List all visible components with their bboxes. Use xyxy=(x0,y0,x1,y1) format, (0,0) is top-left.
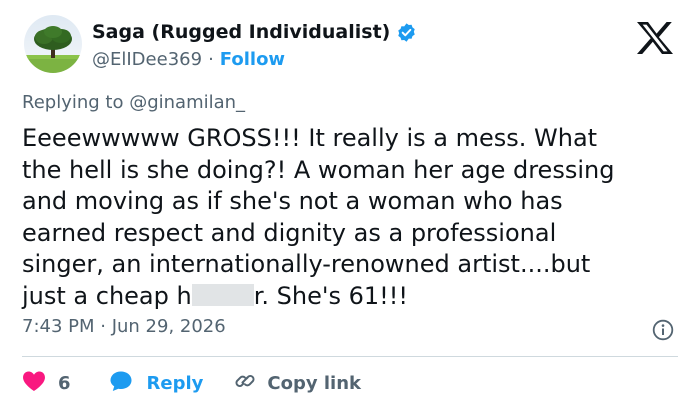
reply-button[interactable]: Reply xyxy=(109,370,204,397)
copy-link-label: Copy link xyxy=(267,372,361,394)
handle[interactable]: @ElIDee369 xyxy=(92,49,202,70)
action-bar: 6 Reply Copy link xyxy=(22,368,361,398)
tweet-text-after-redaction: r. She's 61!!! xyxy=(253,281,408,310)
like-button[interactable]: 6 xyxy=(22,370,71,397)
reply-bubble-icon xyxy=(109,370,133,397)
tweet-text: Eeeewwwww GROSS!!! It really is a mess. … xyxy=(22,123,682,312)
like-count: 6 xyxy=(58,372,71,394)
info-icon[interactable] xyxy=(652,319,674,341)
display-name[interactable]: Saga (Rugged Individualist) xyxy=(92,21,390,43)
follow-button[interactable]: Follow xyxy=(220,49,285,70)
copy-link-button[interactable]: Copy link xyxy=(233,370,361,397)
link-icon xyxy=(233,370,257,397)
name-row: Saga (Rugged Individualist) xyxy=(92,18,417,46)
verified-badge-icon xyxy=(396,22,417,43)
heart-icon xyxy=(22,370,46,397)
reply-label: Reply xyxy=(146,372,204,394)
avatar-tree-image xyxy=(24,15,82,73)
timestamp[interactable]: 7:43 PM · Jun 29, 2026 xyxy=(22,316,226,337)
author-header: Saga (Rugged Individualist) @ElIDee369 ·… xyxy=(92,18,417,72)
avatar[interactable] xyxy=(24,15,82,73)
replying-to[interactable]: Replying to @ginamilan_ xyxy=(22,92,245,113)
handle-row: @ElIDee369 · Follow xyxy=(92,46,417,72)
redaction-block xyxy=(191,283,254,306)
x-logo-icon[interactable] xyxy=(636,21,674,55)
divider xyxy=(22,356,678,357)
handle-separator: · xyxy=(208,48,214,70)
